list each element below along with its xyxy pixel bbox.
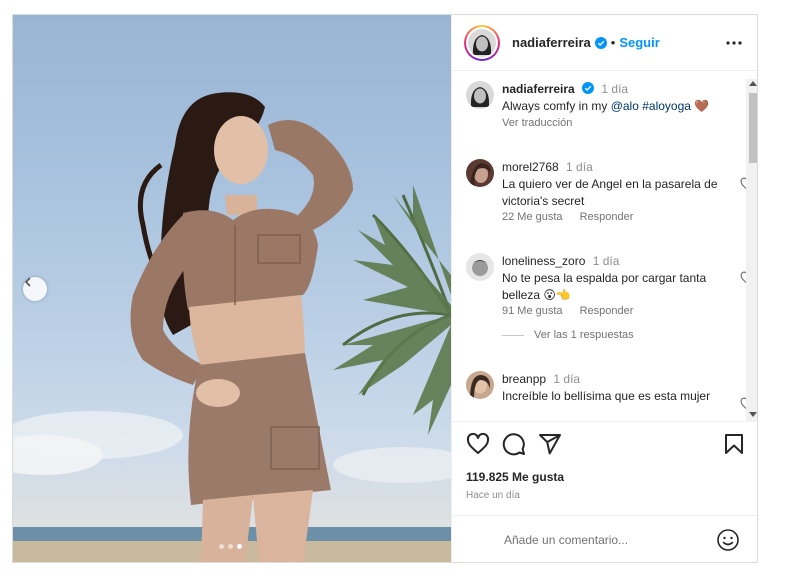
- view-replies-label: Ver las 1 respuestas: [534, 329, 634, 341]
- comment-item: loneliness_zoro 1 día No te pesa la espa…: [466, 253, 754, 328]
- caption-time[interactable]: 1 día: [601, 82, 628, 96]
- author-username[interactable]: nadiaferreira: [512, 35, 591, 50]
- comment-username[interactable]: morel2768: [502, 160, 559, 174]
- post-media[interactable]: [13, 15, 451, 562]
- comment-icon[interactable]: [502, 432, 526, 456]
- comment-likes-count[interactable]: 91 Me gusta: [502, 305, 563, 317]
- caption-emoji: 🤎: [694, 99, 710, 113]
- comment-item: breanpp 1 día Increíble lo bellísima que…: [466, 371, 754, 421]
- comment-body: loneliness_zoro 1 día No te pesa la espa…: [502, 253, 722, 304]
- comment-body: breanpp 1 día Increíble lo bellísima que…: [502, 371, 722, 405]
- scroll-down-arrow-icon[interactable]: [749, 412, 757, 417]
- previous-media-button[interactable]: [23, 277, 47, 301]
- comment-text: No te pesa la espalda por cargar tanta b…: [502, 271, 707, 302]
- caption-mention-link[interactable]: @alo: [611, 99, 639, 113]
- more-horizontal-icon: [726, 41, 742, 45]
- post-date[interactable]: Hace un día: [466, 490, 520, 501]
- verified-badge-icon: [594, 36, 607, 49]
- reply-button[interactable]: Responder: [580, 211, 634, 223]
- comment-likes-count[interactable]: 22 Me gusta: [502, 211, 563, 223]
- comments-list[interactable]: nadiaferreira 1 día Always comfy in my @…: [452, 71, 757, 421]
- comment-meta: 91 Me gusta Responder: [502, 305, 647, 317]
- post-photo: [13, 92, 451, 562]
- comment-time[interactable]: 1 día: [553, 372, 580, 386]
- commenter-avatar[interactable]: [466, 371, 494, 399]
- caption-hashtag-link[interactable]: #aloyoga: [642, 99, 691, 113]
- post-actions: 119.825 Me gusta Hace un día: [452, 421, 757, 521]
- post-sidebar: nadiaferreira • Seguir nadiaferreira 1 d…: [451, 15, 757, 562]
- caption-text: Always comfy in my: [502, 99, 611, 113]
- scroll-up-arrow-icon[interactable]: [749, 81, 757, 86]
- media-dot: [228, 544, 233, 549]
- reply-button[interactable]: Responder: [580, 305, 634, 317]
- smiley-icon[interactable]: [716, 528, 740, 552]
- caption: nadiaferreira 1 día Always comfy in my @…: [466, 81, 736, 141]
- caption-avatar[interactable]: [466, 81, 494, 109]
- comment-time[interactable]: 1 día: [566, 160, 593, 174]
- comment-body: morel2768 1 día La quiero ver de Angel e…: [502, 159, 722, 210]
- comment-text: Increíble lo bellísima que es esta mujer: [502, 389, 711, 403]
- comment-time[interactable]: 1 día: [593, 254, 620, 268]
- media-dot: [219, 544, 224, 549]
- comment-item: morel2768 1 día La quiero ver de Angel e…: [466, 159, 754, 234]
- verified-badge-icon: [582, 82, 595, 94]
- instagram-post: nadiaferreira • Seguir nadiaferreira 1 d…: [12, 14, 758, 563]
- comment-username[interactable]: breanpp: [502, 372, 546, 386]
- commenter-avatar[interactable]: [466, 159, 494, 187]
- comment-username[interactable]: loneliness_zoro: [502, 254, 585, 268]
- author-avatar: [468, 28, 496, 57]
- view-replies-button[interactable]: Ver las 1 respuestas: [502, 329, 634, 341]
- scrollbar-thumb[interactable]: [749, 93, 757, 163]
- follow-button[interactable]: Seguir: [619, 35, 659, 50]
- comment-text: La quiero ver de Angel en la pasarela de…: [502, 177, 718, 208]
- author-story-ring[interactable]: [464, 24, 500, 61]
- replies-divider: [502, 334, 524, 336]
- header-separator: •: [610, 35, 616, 50]
- caption-username[interactable]: nadiaferreira: [502, 82, 575, 96]
- media-dot-active: [237, 544, 242, 549]
- chevron-left-icon: [24, 277, 31, 287]
- commenter-avatar[interactable]: [466, 253, 494, 281]
- bookmark-icon[interactable]: [722, 432, 746, 456]
- comment-composer: [452, 515, 757, 562]
- post-header: nadiaferreira • Seguir: [452, 15, 757, 71]
- media-pagination: [219, 544, 242, 549]
- see-translation-link[interactable]: Ver traducción: [502, 115, 722, 132]
- comment-input[interactable]: [504, 528, 704, 552]
- comments-scrollbar[interactable]: [746, 79, 757, 421]
- likes-count[interactable]: 119.825 Me gusta: [466, 470, 564, 484]
- comment-meta: 22 Me gusta Responder: [502, 211, 647, 223]
- caption-body: nadiaferreira 1 día Always comfy in my @…: [502, 81, 722, 132]
- heart-icon[interactable]: [466, 432, 490, 456]
- share-icon[interactable]: [538, 432, 562, 456]
- more-options-button[interactable]: [724, 33, 744, 53]
